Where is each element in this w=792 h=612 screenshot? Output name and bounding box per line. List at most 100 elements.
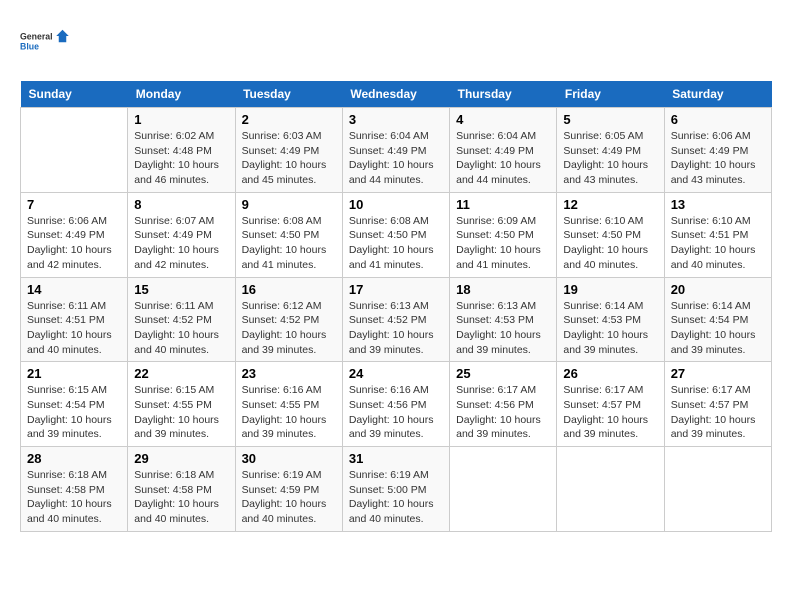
col-header-friday: Friday [557, 81, 664, 108]
calendar-table: SundayMondayTuesdayWednesdayThursdayFrid… [20, 81, 772, 532]
day-cell: 3 Sunrise: 6:04 AMSunset: 4:49 PMDayligh… [342, 108, 449, 193]
day-cell: 29 Sunrise: 6:18 AMSunset: 4:58 PMDaylig… [128, 447, 235, 532]
day-number: 4 [456, 112, 550, 127]
day-number: 31 [349, 451, 443, 466]
day-info: Sunrise: 6:17 AMSunset: 4:56 PMDaylight:… [456, 383, 550, 442]
day-cell: 23 Sunrise: 6:16 AMSunset: 4:55 PMDaylig… [235, 362, 342, 447]
day-info: Sunrise: 6:05 AMSunset: 4:49 PMDaylight:… [563, 129, 657, 188]
logo-svg: General Blue [20, 20, 70, 65]
day-number: 11 [456, 197, 550, 212]
day-number: 5 [563, 112, 657, 127]
day-cell [557, 447, 664, 532]
day-cell: 4 Sunrise: 6:04 AMSunset: 4:49 PMDayligh… [450, 108, 557, 193]
svg-text:Blue: Blue [20, 42, 39, 52]
day-info: Sunrise: 6:08 AMSunset: 4:50 PMDaylight:… [349, 214, 443, 273]
day-info: Sunrise: 6:19 AMSunset: 4:59 PMDaylight:… [242, 468, 336, 527]
day-number: 13 [671, 197, 765, 212]
week-row-1: 7 Sunrise: 6:06 AMSunset: 4:49 PMDayligh… [21, 192, 772, 277]
week-row-2: 14 Sunrise: 6:11 AMSunset: 4:51 PMDaylig… [21, 277, 772, 362]
day-number: 15 [134, 282, 228, 297]
day-info: Sunrise: 6:03 AMSunset: 4:49 PMDaylight:… [242, 129, 336, 188]
day-info: Sunrise: 6:18 AMSunset: 4:58 PMDaylight:… [27, 468, 121, 527]
col-header-monday: Monday [128, 81, 235, 108]
svg-text:General: General [20, 32, 53, 42]
day-cell: 13 Sunrise: 6:10 AMSunset: 4:51 PMDaylig… [664, 192, 771, 277]
day-number: 6 [671, 112, 765, 127]
week-row-4: 28 Sunrise: 6:18 AMSunset: 4:58 PMDaylig… [21, 447, 772, 532]
day-cell: 9 Sunrise: 6:08 AMSunset: 4:50 PMDayligh… [235, 192, 342, 277]
day-number: 14 [27, 282, 121, 297]
day-info: Sunrise: 6:16 AMSunset: 4:56 PMDaylight:… [349, 383, 443, 442]
day-number: 27 [671, 366, 765, 381]
day-cell: 2 Sunrise: 6:03 AMSunset: 4:49 PMDayligh… [235, 108, 342, 193]
day-info: Sunrise: 6:04 AMSunset: 4:49 PMDaylight:… [456, 129, 550, 188]
day-cell: 18 Sunrise: 6:13 AMSunset: 4:53 PMDaylig… [450, 277, 557, 362]
day-cell: 14 Sunrise: 6:11 AMSunset: 4:51 PMDaylig… [21, 277, 128, 362]
day-info: Sunrise: 6:10 AMSunset: 4:50 PMDaylight:… [563, 214, 657, 273]
day-cell [664, 447, 771, 532]
day-cell: 12 Sunrise: 6:10 AMSunset: 4:50 PMDaylig… [557, 192, 664, 277]
day-number: 25 [456, 366, 550, 381]
day-info: Sunrise: 6:14 AMSunset: 4:53 PMDaylight:… [563, 299, 657, 358]
day-cell: 1 Sunrise: 6:02 AMSunset: 4:48 PMDayligh… [128, 108, 235, 193]
day-cell: 15 Sunrise: 6:11 AMSunset: 4:52 PMDaylig… [128, 277, 235, 362]
day-number: 3 [349, 112, 443, 127]
day-info: Sunrise: 6:09 AMSunset: 4:50 PMDaylight:… [456, 214, 550, 273]
col-header-sunday: Sunday [21, 81, 128, 108]
day-cell: 16 Sunrise: 6:12 AMSunset: 4:52 PMDaylig… [235, 277, 342, 362]
col-header-wednesday: Wednesday [342, 81, 449, 108]
day-cell: 28 Sunrise: 6:18 AMSunset: 4:58 PMDaylig… [21, 447, 128, 532]
day-info: Sunrise: 6:15 AMSunset: 4:55 PMDaylight:… [134, 383, 228, 442]
day-number: 10 [349, 197, 443, 212]
day-cell: 17 Sunrise: 6:13 AMSunset: 4:52 PMDaylig… [342, 277, 449, 362]
day-number: 7 [27, 197, 121, 212]
week-row-3: 21 Sunrise: 6:15 AMSunset: 4:54 PMDaylig… [21, 362, 772, 447]
day-info: Sunrise: 6:11 AMSunset: 4:52 PMDaylight:… [134, 299, 228, 358]
day-info: Sunrise: 6:02 AMSunset: 4:48 PMDaylight:… [134, 129, 228, 188]
day-number: 16 [242, 282, 336, 297]
day-info: Sunrise: 6:11 AMSunset: 4:51 PMDaylight:… [27, 299, 121, 358]
day-cell: 30 Sunrise: 6:19 AMSunset: 4:59 PMDaylig… [235, 447, 342, 532]
day-cell: 24 Sunrise: 6:16 AMSunset: 4:56 PMDaylig… [342, 362, 449, 447]
day-info: Sunrise: 6:08 AMSunset: 4:50 PMDaylight:… [242, 214, 336, 273]
day-info: Sunrise: 6:07 AMSunset: 4:49 PMDaylight:… [134, 214, 228, 273]
day-info: Sunrise: 6:17 AMSunset: 4:57 PMDaylight:… [671, 383, 765, 442]
col-header-thursday: Thursday [450, 81, 557, 108]
day-number: 30 [242, 451, 336, 466]
day-info: Sunrise: 6:10 AMSunset: 4:51 PMDaylight:… [671, 214, 765, 273]
col-header-tuesday: Tuesday [235, 81, 342, 108]
header-row: SundayMondayTuesdayWednesdayThursdayFrid… [21, 81, 772, 108]
day-info: Sunrise: 6:12 AMSunset: 4:52 PMDaylight:… [242, 299, 336, 358]
day-cell: 8 Sunrise: 6:07 AMSunset: 4:49 PMDayligh… [128, 192, 235, 277]
day-number: 26 [563, 366, 657, 381]
logo: General Blue [20, 20, 70, 65]
day-cell: 22 Sunrise: 6:15 AMSunset: 4:55 PMDaylig… [128, 362, 235, 447]
day-number: 24 [349, 366, 443, 381]
day-number: 29 [134, 451, 228, 466]
day-cell: 19 Sunrise: 6:14 AMSunset: 4:53 PMDaylig… [557, 277, 664, 362]
day-number: 20 [671, 282, 765, 297]
day-number: 8 [134, 197, 228, 212]
day-cell [21, 108, 128, 193]
day-info: Sunrise: 6:13 AMSunset: 4:52 PMDaylight:… [349, 299, 443, 358]
day-number: 21 [27, 366, 121, 381]
day-info: Sunrise: 6:16 AMSunset: 4:55 PMDaylight:… [242, 383, 336, 442]
day-number: 18 [456, 282, 550, 297]
day-cell: 10 Sunrise: 6:08 AMSunset: 4:50 PMDaylig… [342, 192, 449, 277]
day-number: 2 [242, 112, 336, 127]
day-info: Sunrise: 6:06 AMSunset: 4:49 PMDaylight:… [27, 214, 121, 273]
page-header: General Blue [20, 20, 772, 65]
day-cell [450, 447, 557, 532]
day-number: 9 [242, 197, 336, 212]
day-cell: 21 Sunrise: 6:15 AMSunset: 4:54 PMDaylig… [21, 362, 128, 447]
day-info: Sunrise: 6:18 AMSunset: 4:58 PMDaylight:… [134, 468, 228, 527]
day-cell: 25 Sunrise: 6:17 AMSunset: 4:56 PMDaylig… [450, 362, 557, 447]
day-number: 12 [563, 197, 657, 212]
day-cell: 11 Sunrise: 6:09 AMSunset: 4:50 PMDaylig… [450, 192, 557, 277]
day-info: Sunrise: 6:17 AMSunset: 4:57 PMDaylight:… [563, 383, 657, 442]
day-number: 23 [242, 366, 336, 381]
day-cell: 27 Sunrise: 6:17 AMSunset: 4:57 PMDaylig… [664, 362, 771, 447]
day-info: Sunrise: 6:14 AMSunset: 4:54 PMDaylight:… [671, 299, 765, 358]
day-cell: 7 Sunrise: 6:06 AMSunset: 4:49 PMDayligh… [21, 192, 128, 277]
day-cell: 26 Sunrise: 6:17 AMSunset: 4:57 PMDaylig… [557, 362, 664, 447]
